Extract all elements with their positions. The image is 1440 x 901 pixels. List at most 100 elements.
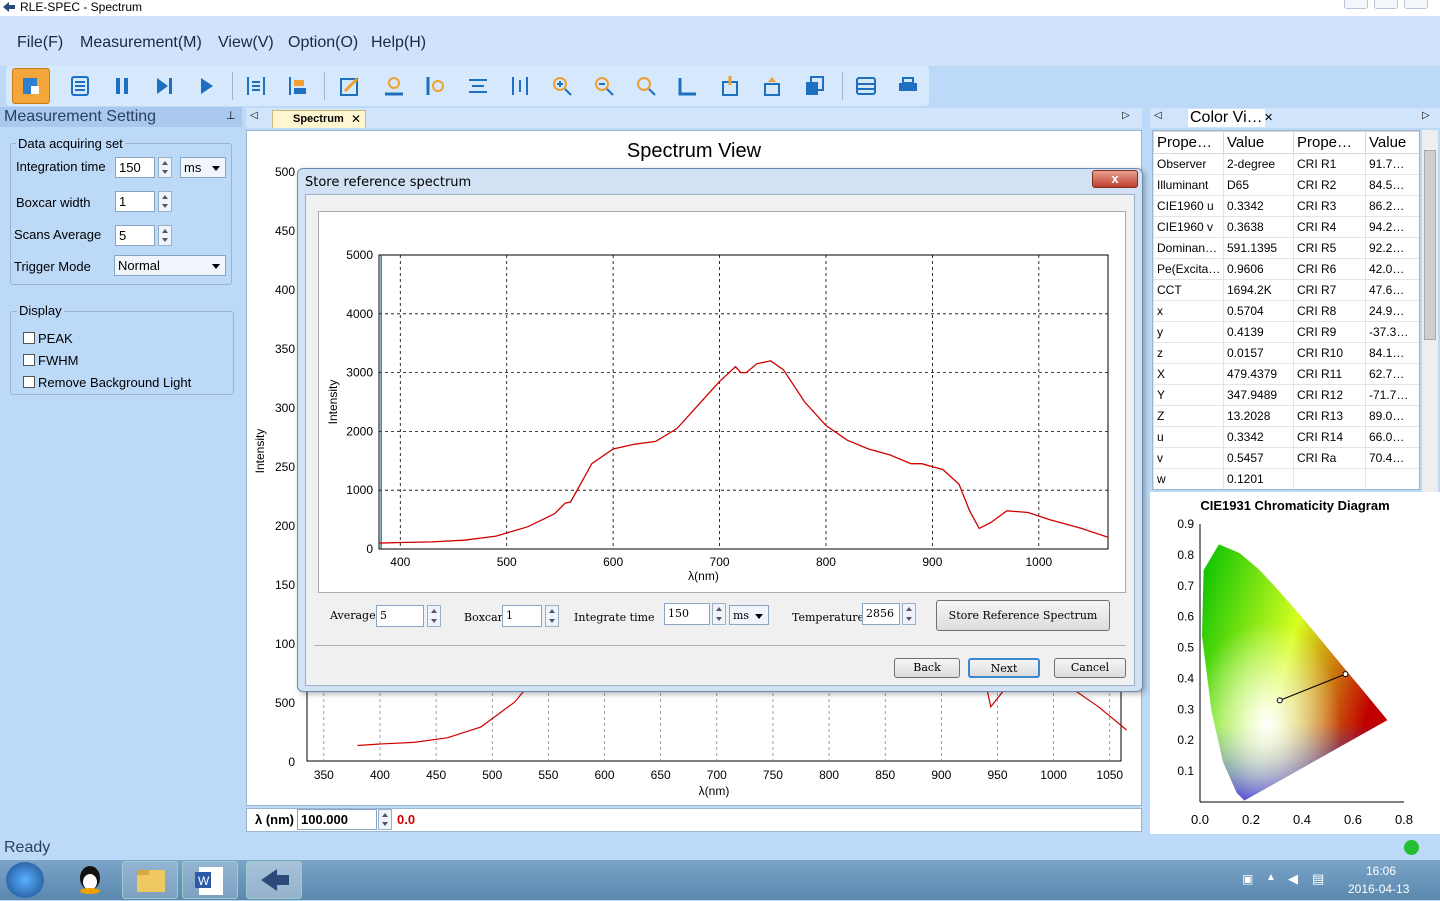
tray-expand-icon[interactable]: ▲ <box>1266 872 1276 883</box>
dialog-boxcar-input[interactable]: 1 <box>502 605 542 627</box>
chart-icon[interactable] <box>674 72 702 100</box>
integration-unit-select[interactable]: ms <box>180 157 226 178</box>
header-value-1[interactable]: Value <box>1223 131 1294 154</box>
remove-background-checkbox[interactable] <box>23 376 35 388</box>
table-row[interactable]: Illuminant D65 CRI R2 84.5… <box>1153 174 1419 196</box>
dialog-boxcar-spinner[interactable] <box>545 605 559 627</box>
integration-input[interactable]: 150 <box>115 157 155 178</box>
next-button[interactable]: Next <box>968 658 1040 678</box>
table-row[interactable]: v 0.5457 CRI Ra 70.4… <box>1153 447 1419 469</box>
qq-icon[interactable] <box>76 864 104 896</box>
word-task-icon[interactable]: W <box>182 861 238 899</box>
table-row[interactable]: y 0.4139 CRI R9 -37.3… <box>1153 321 1419 343</box>
table-icon[interactable] <box>852 72 880 100</box>
zoom-y-icon[interactable] <box>422 72 450 100</box>
table-row[interactable]: w 0.1201 <box>1153 468 1419 489</box>
tab-spectrum[interactable]: Spectrum ✕ <box>272 110 366 128</box>
temperature-spinner[interactable] <box>902 603 916 625</box>
pin-icon[interactable]: ⊥ <box>226 109 236 122</box>
tab-close-icon[interactable]: ✕ <box>351 111 361 128</box>
average-spinner[interactable] <box>427 605 441 627</box>
trigger-mode-select[interactable]: Normal <box>114 255 226 276</box>
tray-network-icon[interactable]: ▣ <box>1242 872 1253 886</box>
scans-spinner[interactable] <box>158 225 172 246</box>
integration-spinner[interactable] <box>158 157 172 178</box>
edit-icon[interactable] <box>336 72 364 100</box>
panel-title: Measurement Setting <box>0 107 242 127</box>
peak-checkbox[interactable] <box>23 332 35 344</box>
minimize-button[interactable] <box>1344 0 1368 9</box>
upload-icon[interactable] <box>758 72 786 100</box>
table-row[interactable]: Z 13.2028 CRI R13 89.0… <box>1153 405 1419 427</box>
header-value-2[interactable]: Value <box>1365 131 1419 154</box>
right-tab-scroll-right-icon[interactable]: ▷ <box>1422 110 1430 121</box>
lambda-spinner[interactable] <box>378 809 392 830</box>
cie-chromaticity-chart[interactable]: CIE1931 Chromaticity Diagram 0.9 0.8 0.7 0.6… <box>1150 492 1440 834</box>
table-row[interactable]: Pe(Excita… 0.9606 CRI R6 42.0… <box>1153 258 1419 280</box>
table-row[interactable]: u 0.3342 CRI R14 66.0… <box>1153 426 1419 448</box>
table-row[interactable]: x 0.5704 CRI R8 24.9… <box>1153 300 1419 322</box>
zoom-out-icon[interactable] <box>590 72 618 100</box>
table-row[interactable]: z 0.0157 CRI R10 84.1… <box>1153 342 1419 364</box>
cri-name: CRI R1 <box>1293 153 1366 175</box>
header-property-2[interactable]: Prope… <box>1293 131 1366 154</box>
tab-scroll-right-icon[interactable]: ▷ <box>1122 110 1130 121</box>
integrate-unit-select[interactable]: ms <box>729 605 769 625</box>
fwhm-checkbox[interactable] <box>23 354 35 366</box>
menu-file[interactable]: File(F) <box>17 34 63 52</box>
zoom-in-icon[interactable] <box>548 72 576 100</box>
table-row[interactable]: X 479.4379 CRI R11 62.7… <box>1153 363 1419 385</box>
right-tab-scroll-left-icon[interactable]: ◁ <box>1154 110 1162 121</box>
table-row[interactable]: CIE1960 v 0.3638 CRI R4 94.2… <box>1153 216 1419 238</box>
zoom-reset-icon[interactable] <box>632 72 660 100</box>
compare-icon[interactable] <box>284 72 312 100</box>
lambda-input[interactable]: 100.000 <box>297 809 377 830</box>
cancel-button[interactable]: Cancel <box>1054 658 1126 678</box>
tab-color-view[interactable]: Color Vi… <box>1188 109 1265 127</box>
new-measure-icon[interactable] <box>12 68 50 104</box>
fit-height-icon[interactable] <box>506 72 534 100</box>
integrate-input[interactable]: 150 <box>664 603 710 625</box>
average-input[interactable]: 5 <box>376 605 424 627</box>
boxcar-input[interactable]: 1 <box>115 191 155 212</box>
copy-icon[interactable] <box>800 72 828 100</box>
start-button-icon[interactable] <box>6 862 44 898</box>
menu-help[interactable]: Help(H) <box>371 34 426 52</box>
explorer-task-icon[interactable] <box>122 861 178 899</box>
rle-spec-task-icon[interactable] <box>246 861 302 899</box>
tray-flag-icon[interactable]: ▤ <box>1312 871 1324 887</box>
header-property-1[interactable]: Prope… <box>1153 131 1224 154</box>
scrollbar-thumb[interactable] <box>1424 150 1436 340</box>
export-icon[interactable] <box>716 72 744 100</box>
temperature-input[interactable]: 2856 <box>862 603 900 625</box>
menu-view[interactable]: View(V) <box>218 34 274 52</box>
menu-measurement[interactable]: Measurement(M) <box>80 34 202 52</box>
integrate-spinner[interactable] <box>712 603 726 625</box>
tab-scroll-left-icon[interactable]: ◁ <box>250 110 258 121</box>
tray-volume-icon[interactable]: ◀ <box>1288 871 1298 887</box>
dialog-close-button[interactable]: x <box>1092 170 1138 188</box>
maximize-button[interactable] <box>1374 0 1398 9</box>
table-row[interactable]: Y 347.9489 CRI R12 -71.7… <box>1153 384 1419 406</box>
reference-spectrum-chart[interactable]: 400 500 600 700 800 900 1000 0 1000 2000 3000 4000 5… <box>319 212 1125 592</box>
zoom-x-icon[interactable] <box>380 72 408 100</box>
scans-input[interactable]: 5 <box>115 225 155 246</box>
pause-icon[interactable] <box>108 72 136 100</box>
play-icon[interactable] <box>192 72 220 100</box>
fit-width-icon[interactable] <box>464 72 492 100</box>
table-row[interactable]: Dominan… 591.1395 CRI R5 92.2… <box>1153 237 1419 259</box>
table-scrollbar[interactable] <box>1422 130 1438 492</box>
boxcar-spinner[interactable] <box>158 191 172 212</box>
step-icon[interactable] <box>150 72 178 100</box>
peak-icon[interactable] <box>242 72 270 100</box>
table-row[interactable]: CIE1960 u 0.3342 CRI R3 86.2… <box>1153 195 1419 217</box>
table-row[interactable]: CCT 1694.2K CRI R7 47.6… <box>1153 279 1419 301</box>
menu-option[interactable]: Option(O) <box>288 34 358 52</box>
close-window-button[interactable] <box>1404 0 1428 9</box>
print-icon[interactable] <box>894 72 922 100</box>
table-row[interactable]: Observer 2-degree CRI R1 91.7… <box>1153 153 1419 175</box>
right-tab-close-icon[interactable]: ✕ <box>1264 111 1273 124</box>
back-button[interactable]: Back <box>894 658 960 678</box>
list-icon[interactable] <box>66 72 94 100</box>
store-reference-button[interactable]: Store Reference Spectrum <box>936 600 1110 631</box>
